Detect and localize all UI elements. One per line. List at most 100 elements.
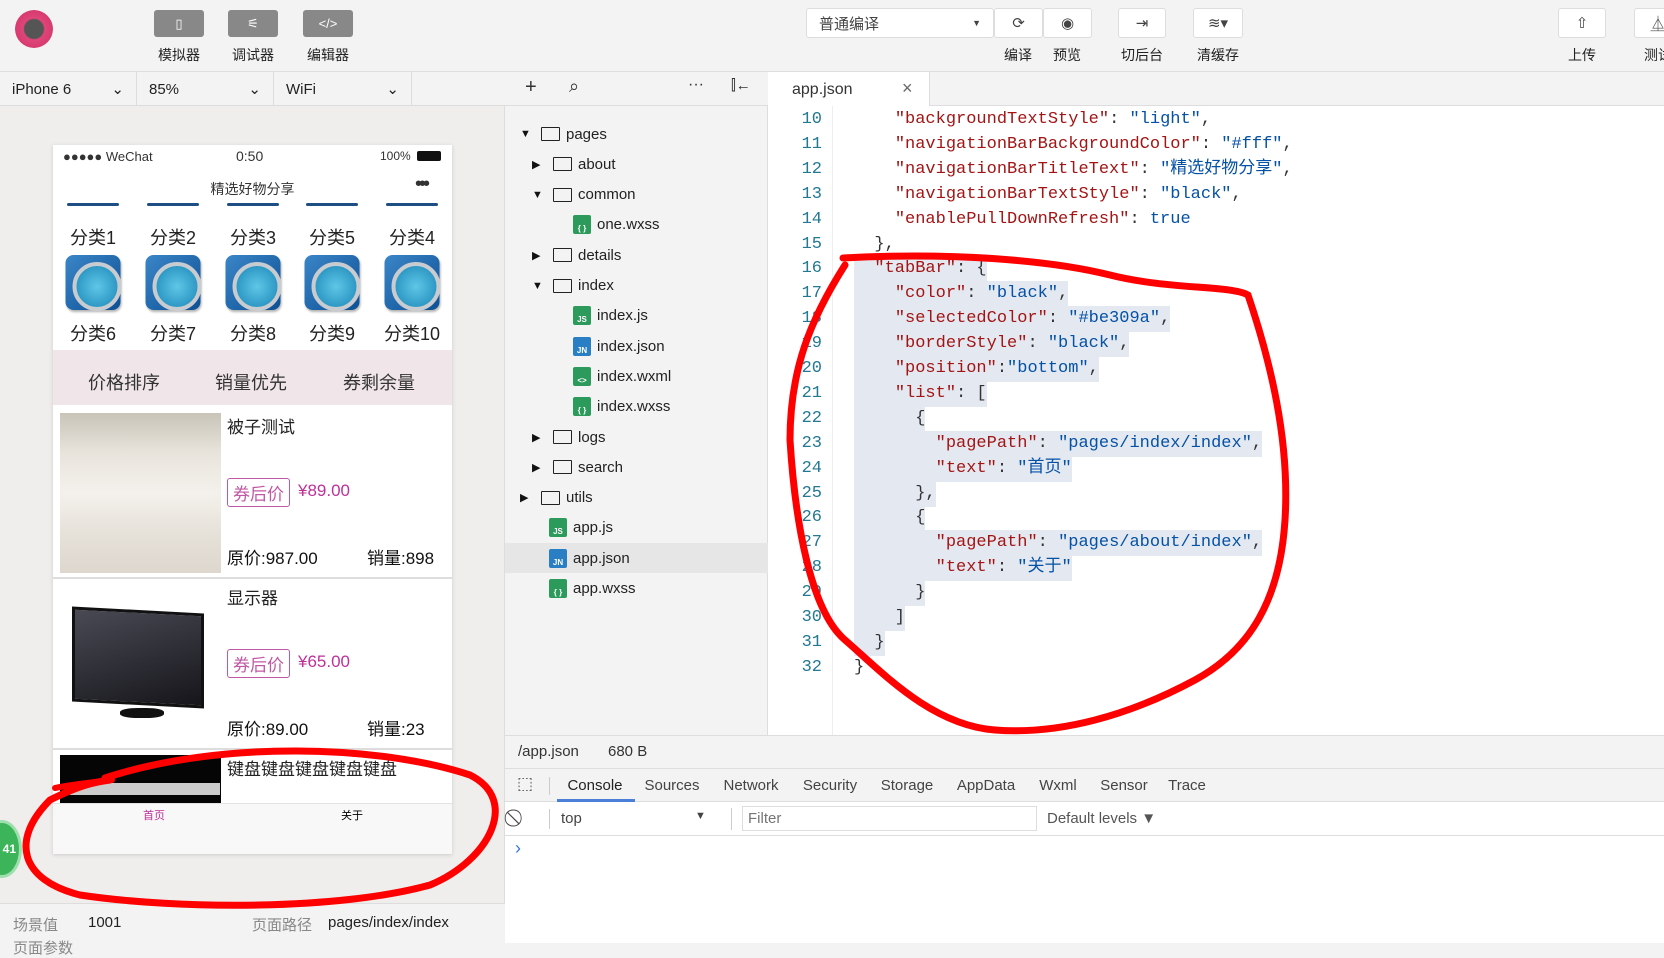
product-price: ¥89.00 bbox=[298, 481, 350, 500]
debugger-toggle-button[interactable]: ⚟ bbox=[228, 10, 278, 37]
more-icon[interactable]: ··· bbox=[688, 76, 704, 94]
sort-by-coupon[interactable]: 券剩余量 bbox=[343, 369, 415, 395]
device-select[interactable]: iPhone 6 ⌄ bbox=[0, 72, 137, 106]
collapse-panel-icon[interactable]: ⫿← bbox=[731, 77, 751, 94]
devtools-tab-security[interactable]: Security bbox=[803, 769, 857, 802]
file-tree-item[interactable]: ▶ search bbox=[505, 452, 768, 482]
coupon-badge: 券后价 bbox=[227, 478, 290, 507]
upload-button[interactable]: ⇧ bbox=[1558, 8, 1606, 38]
devtools-tab-trace[interactable]: Trace bbox=[1168, 769, 1206, 802]
file-tree-item[interactable]: <> index.wxml bbox=[505, 361, 768, 391]
file-tree-item[interactable]: ▶ details bbox=[505, 240, 768, 270]
clear-cache-button[interactable]: ≋▾ bbox=[1193, 8, 1243, 38]
editor-toggle-button[interactable]: </> bbox=[303, 10, 353, 37]
devtools-tab-sources[interactable]: Sources bbox=[644, 769, 699, 802]
category-icon[interactable] bbox=[384, 255, 441, 311]
devtools-tab-sensor[interactable]: Sensor bbox=[1100, 769, 1148, 802]
devtools-tab-console[interactable]: Console bbox=[567, 769, 622, 802]
tab-home[interactable]: 首页 bbox=[143, 807, 165, 823]
test-label: 测试 bbox=[1644, 47, 1664, 63]
sort-by-price[interactable]: 价格排序 bbox=[88, 369, 160, 395]
category-label[interactable]: 分类1 bbox=[53, 224, 133, 250]
category-label[interactable]: 分类6 bbox=[53, 320, 133, 346]
category-label[interactable]: 分类7 bbox=[133, 320, 213, 346]
close-icon[interactable]: × bbox=[902, 78, 913, 99]
file-tree-item[interactable]: ▶ utils bbox=[505, 483, 768, 513]
line-number: 23 bbox=[801, 433, 822, 453]
sort-by-sales[interactable]: 销量优先 bbox=[215, 369, 287, 395]
category-label[interactable]: 分类2 bbox=[133, 224, 213, 250]
code-text: "navigationBarTextStyle": "black", bbox=[854, 182, 1242, 208]
file-tree-item[interactable]: ▼ index bbox=[505, 271, 768, 301]
caret-down-icon[interactable]: ▼ bbox=[532, 280, 543, 292]
caret-right-icon[interactable]: ▶ bbox=[520, 491, 528, 504]
log-levels-select[interactable]: Default levels ▼ bbox=[1047, 810, 1156, 827]
json-value: "精选好物分享" bbox=[1160, 159, 1283, 179]
devtools-tab-network[interactable]: Network bbox=[723, 769, 778, 802]
code-line: 19 "borderStyle": "black", bbox=[768, 331, 1664, 358]
devtools-tab-wxml[interactable]: Wxml bbox=[1039, 769, 1077, 802]
file-tree-item[interactable]: JS app.js bbox=[505, 513, 768, 543]
add-file-icon[interactable]: + bbox=[525, 76, 537, 99]
caret-right-icon[interactable]: ▶ bbox=[532, 431, 540, 444]
punctuation: : bbox=[1200, 134, 1212, 154]
network-select[interactable]: WiFi ⌄ bbox=[274, 72, 412, 106]
inspect-element-icon[interactable]: ⬚ bbox=[517, 774, 533, 794]
devtools-tabs: ⬚ Console Sources Network Security Storage Ap… bbox=[505, 768, 1664, 802]
product-item[interactable]: 显示器 券后价 ¥65.00 原价:89.00 销量:23 bbox=[53, 581, 452, 750]
category-icon[interactable] bbox=[65, 255, 122, 311]
compile-mode-select[interactable]: 普通编译 ▼ bbox=[806, 8, 994, 38]
file-tree-item[interactable]: { } index.wxss bbox=[505, 392, 768, 422]
compile-button[interactable]: ⟳ bbox=[994, 8, 1043, 38]
test-button[interactable]: ⏅ bbox=[1634, 8, 1664, 38]
product-title: 显示器 bbox=[227, 589, 278, 608]
preview-button[interactable]: ◉ bbox=[1043, 8, 1092, 38]
category-label[interactable]: 分类8 bbox=[213, 320, 293, 346]
file-path: /app.json bbox=[518, 743, 579, 760]
category-icon[interactable] bbox=[145, 255, 202, 311]
devtools-tab-appdata[interactable]: AppData bbox=[957, 769, 1015, 802]
file-tree-item[interactable]: ▼ pages bbox=[505, 119, 768, 149]
context-select[interactable]: top ▼ bbox=[557, 802, 715, 835]
console-filter-input[interactable] bbox=[742, 806, 1037, 831]
tab-about[interactable]: 关于 bbox=[341, 807, 363, 823]
category-icon[interactable] bbox=[304, 255, 361, 311]
category-label[interactable]: 分类9 bbox=[292, 320, 372, 346]
zoom-select[interactable]: 85% ⌄ bbox=[137, 72, 274, 106]
category-label[interactable]: 分类3 bbox=[213, 224, 293, 250]
caret-right-icon[interactable]: ▶ bbox=[532, 461, 540, 474]
category-label[interactable]: 分类4 bbox=[372, 224, 452, 250]
search-icon[interactable]: ⌕ bbox=[569, 76, 579, 97]
code-line: 17 "color": "black", bbox=[768, 281, 1664, 308]
file-tree-item[interactable]: JS index.js bbox=[505, 301, 768, 331]
category-label[interactable]: 分类5 bbox=[292, 224, 372, 250]
category-icon[interactable] bbox=[225, 255, 282, 311]
code-text-selected: } bbox=[854, 580, 926, 607]
caret-down-icon[interactable]: ▼ bbox=[520, 128, 531, 140]
file-tree-item[interactable]: ▶ about bbox=[505, 149, 768, 179]
background-button[interactable]: ⇥ bbox=[1118, 8, 1166, 38]
file-tree-item[interactable]: JN index.json bbox=[505, 331, 768, 361]
file-tree-item[interactable]: { } one.wxss bbox=[505, 210, 768, 240]
editor-tab-app-json[interactable]: app.json × bbox=[768, 72, 930, 107]
devtools-tab-storage[interactable]: Storage bbox=[881, 769, 934, 802]
more-menu-icon[interactable]: ••• bbox=[415, 173, 430, 196]
caret-right-icon[interactable]: ▶ bbox=[532, 158, 540, 171]
caret-right-icon[interactable]: ▶ bbox=[532, 249, 540, 262]
punctuation: { bbox=[854, 508, 926, 528]
punctuation: : bbox=[996, 458, 1008, 478]
punctuation: : bbox=[1037, 533, 1048, 553]
file-tree-item[interactable]: JN app.json bbox=[505, 543, 768, 574]
file-tree-item[interactable]: { } app.wxss bbox=[505, 574, 768, 604]
simulator-toggle-button[interactable]: ▯ bbox=[154, 10, 204, 37]
punctuation: : bbox=[996, 359, 1008, 378]
line-number: 24 bbox=[801, 458, 822, 478]
category-label[interactable]: 分类10 bbox=[372, 320, 452, 346]
code-editor[interactable]: 10 "backgroundTextStyle": "light", 11 "na… bbox=[768, 106, 1664, 735]
console-filter-bar: ⃠ top ▼ Default levels ▼ bbox=[505, 802, 1664, 836]
console-output[interactable]: › bbox=[505, 836, 1664, 943]
file-tree-item[interactable]: ▼ common bbox=[505, 180, 768, 210]
product-item[interactable]: 被子测试 券后价 ¥89.00 原价:987.00 销量:898 bbox=[53, 410, 452, 579]
file-tree-item[interactable]: ▶ logs bbox=[505, 422, 768, 452]
caret-down-icon[interactable]: ▼ bbox=[532, 189, 543, 201]
